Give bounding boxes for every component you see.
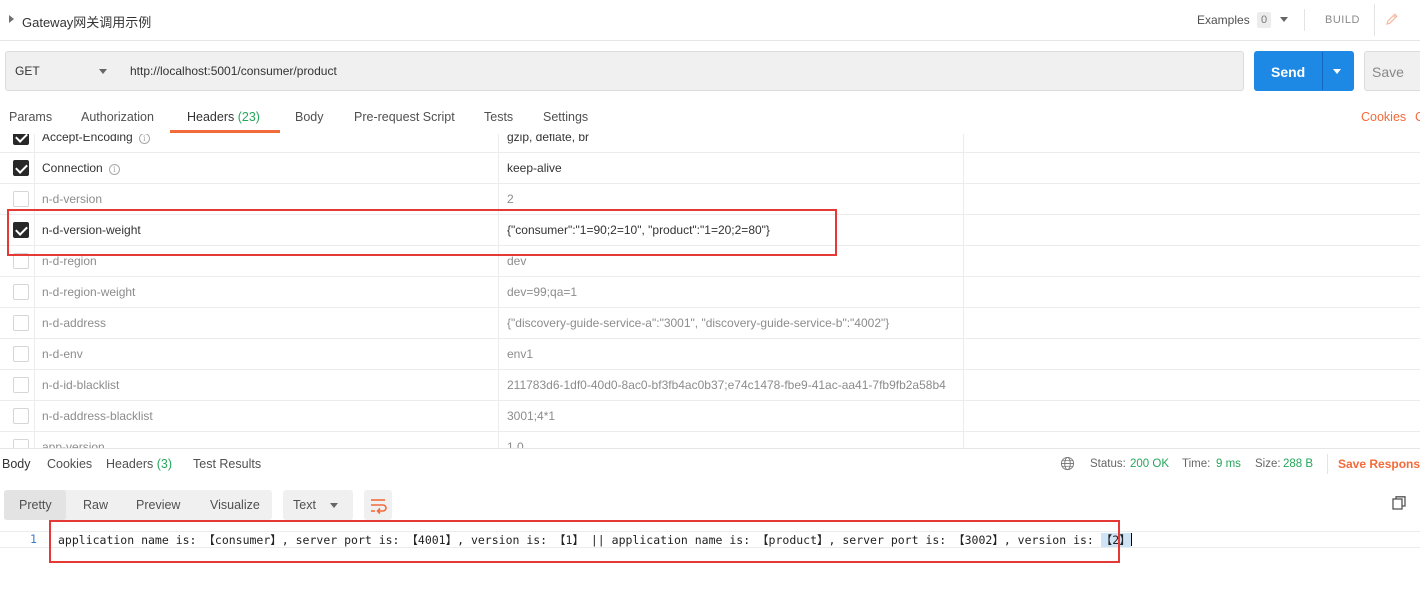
header-key[interactable]: n-d-region [42, 254, 97, 268]
info-icon[interactable]: i [108, 164, 120, 175]
size-value: 288 B [1283, 458, 1314, 470]
header-value[interactable]: dev=99;qa=1 [507, 285, 962, 299]
cookies-link[interactable]: Cookies [1361, 110, 1406, 124]
header-value[interactable]: 2 [507, 192, 962, 206]
header-key[interactable]: app-version [42, 440, 105, 448]
save-response-button[interactable]: Save Response [1338, 457, 1420, 471]
response-tab-headers[interactable]: Headers (3) [106, 457, 172, 471]
header-value[interactable]: 1.0 [507, 440, 962, 448]
format-tab-visualize[interactable]: Visualize [210, 498, 260, 512]
save-label[interactable]: Save [1372, 64, 1404, 80]
header-key[interactable]: n-d-address-blacklist [42, 409, 153, 423]
header-row: n-d-address-blacklist 3001;4*1 [0, 401, 1420, 432]
pencil-icon[interactable] [1384, 11, 1400, 27]
url-value[interactable]: http://localhost:5001/consumer/product [130, 64, 337, 78]
header-checkbox[interactable] [13, 439, 29, 448]
examples-label[interactable]: Examples [1197, 13, 1250, 27]
header-row: n-d-id-blacklist 211783d6-1df0-40d0-8ac0-… [0, 370, 1420, 401]
header-value[interactable]: {"discovery-guide-service-a":"3001", "di… [507, 316, 962, 330]
header-value[interactable]: keep-alive [507, 161, 962, 175]
method-label: GET [15, 64, 40, 78]
header-key[interactable]: n-d-version [42, 192, 102, 206]
wrap-icon [371, 499, 387, 515]
header-key[interactable]: n-d-env [42, 347, 83, 361]
divider [0, 448, 1420, 449]
header-row: n-d-env env1 [0, 339, 1420, 370]
tab-authorization[interactable]: Authorization [81, 110, 154, 124]
header-value[interactable]: 211783d6-1df0-40d0-8ac0-bf3fb4ac0b37;e74… [507, 378, 962, 392]
size-label: Size: [1255, 458, 1281, 470]
header-key[interactable]: n-d-region-weight [42, 285, 135, 299]
header-key[interactable]: Accept-Encoding i [42, 134, 150, 144]
active-tab-indicator [170, 130, 280, 133]
highlight-box [7, 209, 837, 256]
status-value: 200 OK [1130, 458, 1169, 470]
header-checkbox[interactable] [13, 160, 29, 176]
text-cursor [1130, 533, 1132, 546]
status-label: Status: [1090, 458, 1126, 470]
header-checkbox[interactable] [13, 346, 29, 362]
header-row: n-d-address {"discovery-guide-service-a":… [0, 308, 1420, 339]
response-tab-cookies[interactable]: Cookies [47, 457, 92, 471]
request-title[interactable]: Gateway网关调用示例 [22, 12, 151, 31]
line-number: 1 [30, 532, 37, 546]
send-label[interactable]: Send [1271, 64, 1305, 80]
header-key[interactable]: n-d-id-blacklist [42, 378, 119, 392]
format-tab-preview[interactable]: Preview [136, 498, 180, 512]
code-link[interactable]: C [1415, 110, 1420, 124]
header-value[interactable]: env1 [507, 347, 962, 361]
header-checkbox[interactable] [13, 408, 29, 424]
header-row: Accept-Encoding i gzip, deflate, br [0, 134, 1420, 153]
header-checkbox[interactable] [13, 191, 29, 207]
tab-body[interactable]: Body [295, 110, 324, 124]
response-tab-body[interactable]: Body [2, 457, 31, 471]
header-row: app-version 1.0 [0, 432, 1420, 448]
header-value[interactable]: dev [507, 254, 962, 268]
tab-settings[interactable]: Settings [543, 110, 588, 124]
chevron-down-icon[interactable] [99, 69, 107, 74]
header-checkbox[interactable] [13, 315, 29, 331]
divider [1374, 4, 1375, 36]
header-row: Connection i keep-alive [0, 153, 1420, 184]
examples-dropdown-icon[interactable] [1280, 17, 1288, 22]
collapse-caret-icon[interactable] [9, 15, 14, 23]
send-options-chevron-icon[interactable] [1333, 69, 1341, 74]
header-checkbox[interactable] [13, 284, 29, 300]
time-label: Time: [1182, 458, 1211, 470]
header-checkbox[interactable] [13, 377, 29, 393]
column-divider [34, 134, 35, 448]
language-label: Text [293, 498, 316, 512]
column-divider [498, 134, 499, 448]
response-tab-test-results[interactable]: Test Results [193, 457, 261, 471]
header-key[interactable]: n-d-address [42, 316, 106, 330]
divider [1327, 454, 1328, 474]
divider [1322, 52, 1323, 90]
time-value: 9 ms [1216, 458, 1241, 470]
header-row: n-d-region-weight dev=99;qa=1 [0, 277, 1420, 308]
headers-count: (23) [237, 110, 260, 124]
tab-headers[interactable]: Headers (23) [187, 110, 260, 124]
highlight-box [49, 520, 1120, 563]
globe-icon[interactable] [1060, 456, 1075, 471]
tab-params[interactable]: Params [9, 110, 52, 124]
header-value[interactable]: gzip, deflate, br [507, 134, 962, 144]
column-divider [963, 134, 964, 448]
header-checkbox[interactable] [13, 134, 29, 145]
wrap-lines-button[interactable] [364, 490, 392, 520]
header-key[interactable]: Connection i [42, 161, 120, 175]
info-icon[interactable]: i [138, 134, 150, 144]
headers-table: Accept-Encoding i gzip, deflate, br Connect… [0, 134, 1420, 448]
format-tab-raw[interactable]: Raw [83, 498, 108, 512]
copy-icon[interactable] [1391, 495, 1407, 511]
format-tab-pretty[interactable]: Pretty [19, 498, 52, 512]
tab-pre-request-script[interactable]: Pre-request Script [354, 110, 455, 124]
header-value[interactable]: 3001;4*1 [507, 409, 962, 423]
examples-count-badge: 0 [1257, 12, 1271, 28]
tab-tests[interactable]: Tests [484, 110, 513, 124]
build-button[interactable]: BUILD [1325, 14, 1360, 26]
chevron-down-icon[interactable] [330, 503, 338, 508]
divider [1304, 9, 1305, 31]
